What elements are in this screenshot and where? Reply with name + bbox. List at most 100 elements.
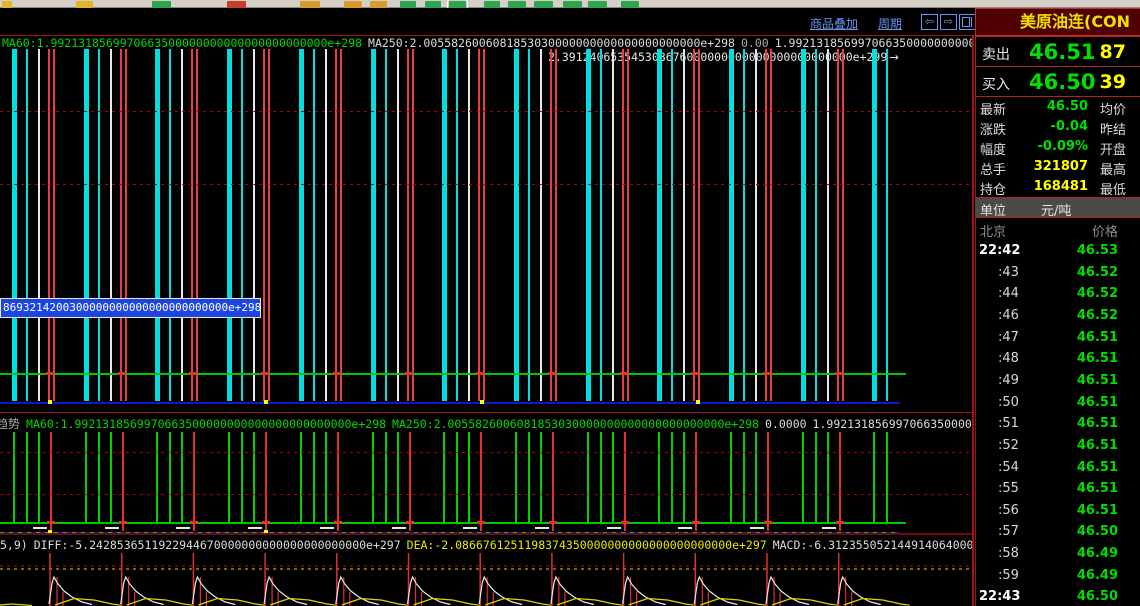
toolbar-icon-3[interactable] [152,1,171,8]
red-tick [692,521,700,524]
split-window-icon[interactable] [959,14,976,30]
trend-green-bar [755,432,757,522]
toolbar-icon-13[interactable] [534,1,553,8]
tick-row[interactable]: :4346.52 [975,262,1140,283]
toolbar-icon-14[interactable] [563,1,582,8]
tick-row[interactable]: :4846.51 [975,348,1140,369]
toolbar-icon-6[interactable] [344,1,362,8]
diff-curve [408,577,451,605]
candle-bar-cyan-thin [385,49,387,401]
candle-bar-cyan-thick [299,49,304,401]
tick-row[interactable]: :5946.49 [975,565,1140,586]
macd-indicator-labels: 5,9)DIFF:-5.2428536511922944670000000000… [0,539,974,551]
candle-bar-white [612,49,614,401]
toolbar-icon-5[interactable] [300,1,320,8]
macd-panel[interactable]: 5,9)DIFF:-5.2428536511922944670000000000… [0,537,974,606]
ma250-label: MA250:2.00558260060818530300000000000000… [392,417,759,431]
toolbar-icon-9[interactable] [425,1,441,8]
toolbar-icon-4[interactable] [227,1,246,8]
trend-green-bar [658,432,660,522]
stat-label-2: 最低 [1100,179,1126,198]
candle-bar-cyan-thick [227,49,232,401]
time-column-header: 北京 [980,221,1006,240]
tick-row[interactable]: :5546.51 [975,478,1140,499]
tick-row[interactable]: :5746.50 [975,521,1140,542]
toolbar-icon-15[interactable] [588,1,607,8]
tick-row[interactable]: :4946.51 [975,370,1140,391]
tick-row[interactable]: 22:4246.53 [975,240,1140,261]
trend-green-bar [873,432,875,522]
trend-red-bar [552,432,554,531]
tick-row[interactable]: 22:4346.50 [975,586,1140,606]
red-tick [764,521,772,524]
toolbar-icon-16[interactable] [621,1,639,8]
dea-curve [414,599,480,606]
trend-indicator-panel[interactable]: 趋势MA60:1.9921318569970663500000000000000… [0,412,974,535]
bid-row[interactable]: 买入 46.50 39 [976,67,1140,96]
trend-green-bar [98,432,100,522]
tick-row[interactable]: :5646.51 [975,500,1140,521]
candle-bar-cyan-thin [241,49,243,401]
stat-label-2: 昨结 [1100,119,1126,138]
tick-row[interactable]: :5846.49 [975,543,1140,564]
white-segment [392,527,406,529]
tick-row[interactable]: :5146.51 [975,413,1140,434]
bid-ask-box: 卖出 46.51 87 买入 46.50 39 [975,36,1140,97]
tick-price: 46.50 [1077,589,1118,604]
tick-row[interactable]: :5246.51 [975,435,1140,456]
period-link[interactable]: 周期 [878,15,902,32]
tick-price: 46.53 [1077,243,1118,258]
tick-price: 46.52 [1077,265,1118,280]
dea-curve [557,599,623,606]
dea-label: DEA:-2.086676125119837435000000000000000… [407,538,767,552]
right-arrow-icon: → [889,50,899,64]
candle-bar-cyan-thick [657,49,662,401]
white-segment [607,527,621,529]
tick-row[interactable]: :4646.52 [975,305,1140,326]
tick-list[interactable]: 22:4246.53:4346.52:4446.52:4646.52:4746.… [975,240,1140,606]
toolbar-icon-2[interactable] [76,1,93,8]
yellow-dot [696,400,700,404]
trend-red-bar [50,432,52,531]
forward-arrow-icon[interactable]: ⇨ [940,14,957,30]
candle-bar-white [683,49,685,401]
tick-row[interactable]: :47 46.51 [975,327,1140,348]
back-arrow-icon[interactable]: ⇦ [921,14,938,30]
tick-time: :47 [998,330,1019,345]
toolbar-icon-8[interactable] [400,1,416,8]
dea-curve [844,599,910,606]
dea-curve [342,599,408,606]
ma60-label: MA60:1.992131856997066350000000000000000… [26,417,386,431]
dea-curve [485,599,551,606]
toolbar-icon-12[interactable] [508,1,526,8]
tick-time: :44 [998,286,1019,301]
tick-row[interactable]: :4446.52 [975,283,1140,304]
toolbar-icon-7[interactable] [370,1,387,8]
tick-row[interactable]: :5446.51 [975,457,1140,478]
main-price-chart[interactable]: MA60:1.992131856997066350000000000000000… [0,35,974,412]
red-tick [118,372,126,375]
commodity-overlay-link[interactable]: 商品叠加 [810,15,858,32]
candle-bar-cyan-thin [456,49,458,401]
stat-value: 46.50 [1047,99,1088,114]
candle-bar-cyan-thin [600,49,602,401]
tick-price: 46.51 [1077,330,1118,345]
trading-terminal: 商品叠加 周期 ⇦ ⇨ MA60:1.992131856997066350000… [0,0,1140,606]
yellow-dot [480,400,484,404]
trend-green-bar [815,432,817,522]
ma60-label: MA60:1.992131856997066350000000000000000… [2,36,362,50]
toolbar-icon-1[interactable] [2,1,12,8]
candle-bar-white [827,49,829,401]
trend-green-bar [26,432,28,522]
tick-row[interactable]: :5046.51 [975,392,1140,413]
toolbar-icon-11[interactable] [484,1,500,8]
ask-row[interactable]: 卖出 46.51 87 [976,37,1140,67]
macd-plot [0,553,974,606]
candle-bar-cyan-thick [729,49,734,401]
tick-time: :46 [998,308,1019,323]
candle-bar-cyan-thick [872,49,877,401]
trend-green-bar [743,432,745,522]
toolbar-icon-10[interactable] [449,1,466,8]
red-tick [477,521,485,524]
trend-green-bar [13,432,15,522]
